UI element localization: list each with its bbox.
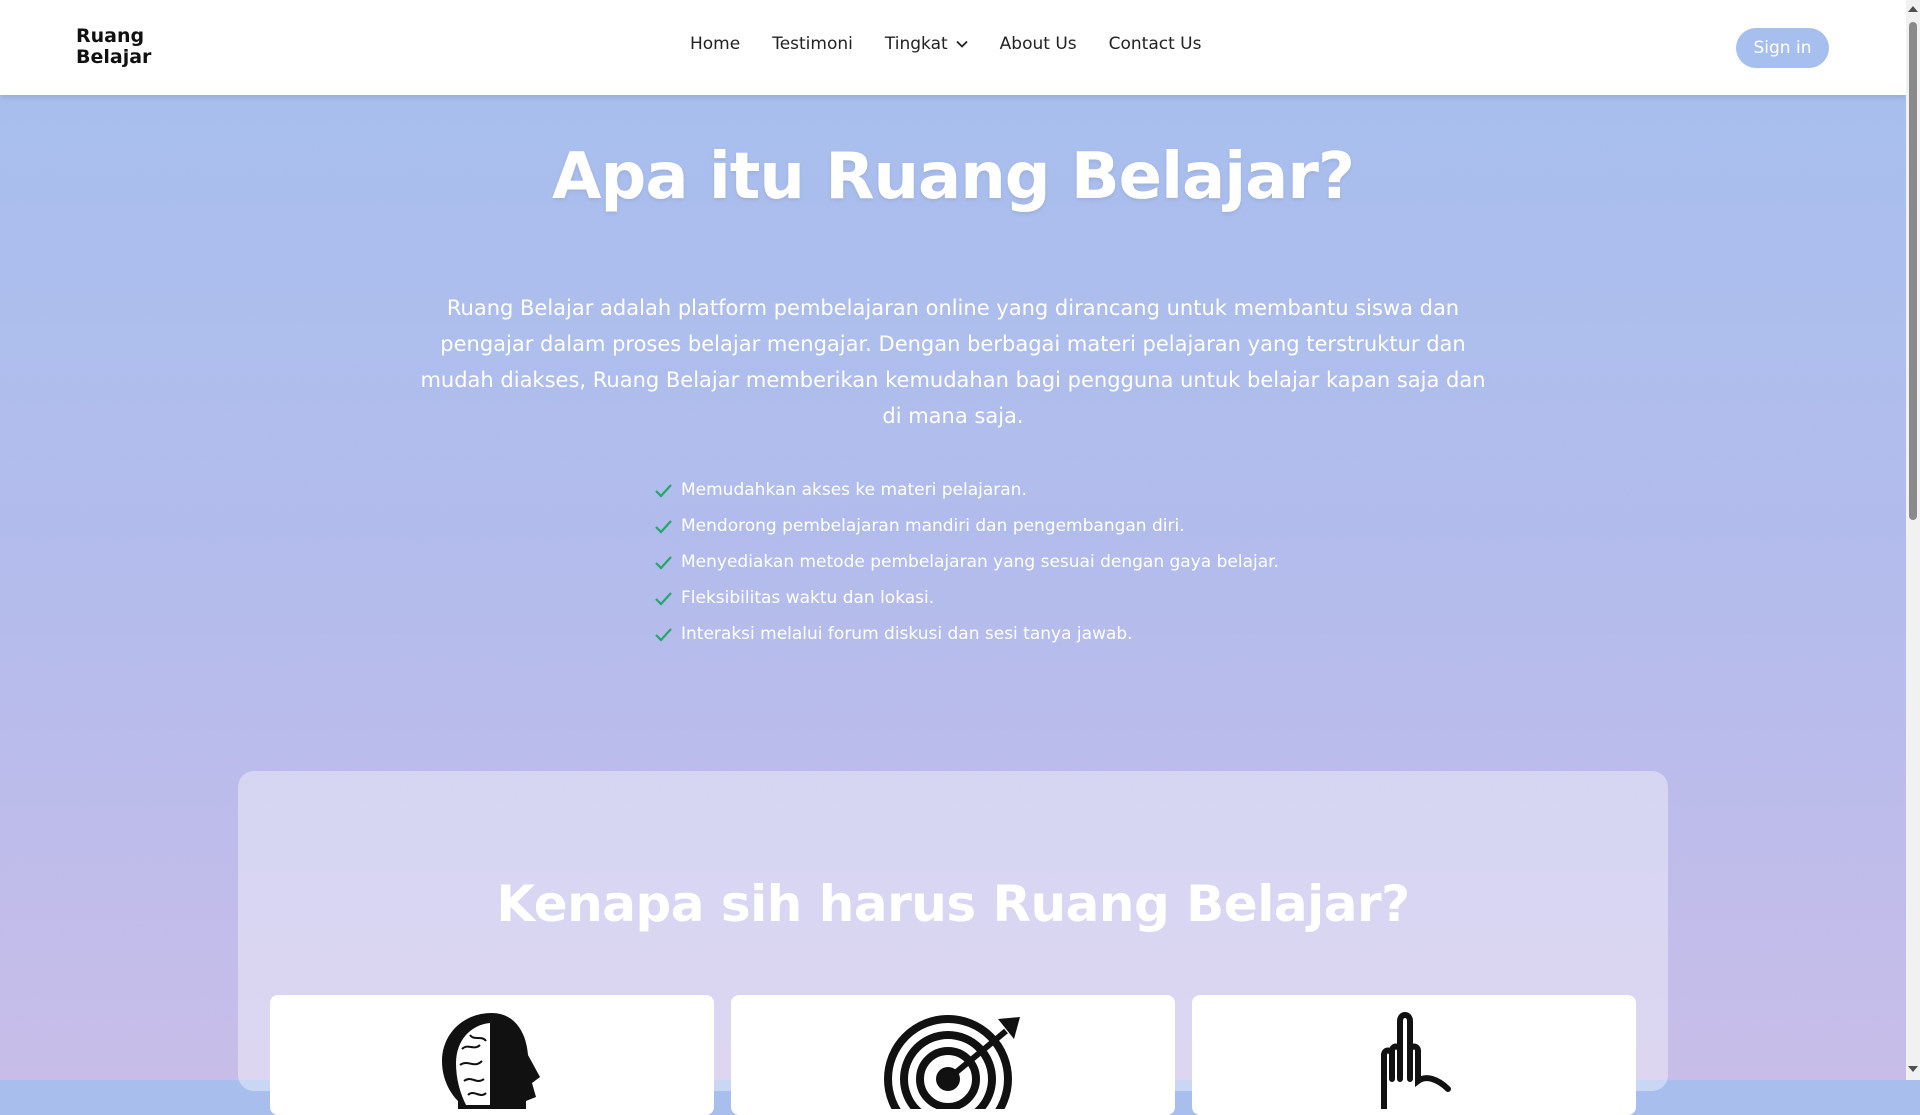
benefit-text: Menyediakan metode pembelajaran yang ses… [681,552,1279,572]
scrollbar-thumb[interactable] [1909,22,1917,520]
nav-testimoni[interactable]: Testimoni [772,34,853,54]
feature-card [1192,995,1636,1115]
benefit-item: Interaksi melalui forum diskusi dan sesi… [654,616,1279,652]
nav-testimoni-label: Testimoni [772,34,853,54]
nav-home-label: Home [690,34,741,54]
vertical-scrollbar[interactable] [1906,0,1920,1080]
main-nav: Home Testimoni Tingkat About Us Contact … [690,34,1233,54]
scroll-down-arrow-icon[interactable] [1908,1066,1918,1072]
top-navbar: Ruang Belajar Home Testimoni Tingkat Abo… [0,0,1906,95]
benefit-text: Mendorong pembelajaran mandiri dan penge… [681,516,1185,536]
benefit-item: Fleksibilitas waktu dan lokasi. [654,580,1279,616]
check-icon [655,483,672,498]
benefit-text: Interaksi melalui forum diskusi dan sesi… [681,624,1133,644]
nav-contact-us-label: Contact Us [1108,34,1202,54]
brand-logo[interactable]: Ruang Belajar [76,25,152,68]
feature-card [731,995,1175,1115]
check-icon [655,519,672,534]
benefit-item: Menyediakan metode pembelajaran yang ses… [654,544,1279,580]
hand-gesture-icon [1381,1012,1451,1109]
feature-card [270,995,714,1115]
scroll-up-arrow-icon[interactable] [1908,6,1918,12]
hero-title: Apa itu Ruang Belajar? [552,140,1355,214]
signin-button[interactable]: Sign in [1736,28,1829,68]
nav-about-us-label: About Us [999,34,1077,54]
brand-logo-line2: Belajar [76,46,152,68]
benefit-text: Fleksibilitas waktu dan lokasi. [681,588,935,608]
hero-description: Ruang Belajar adalah platform pembelajar… [420,296,1486,428]
check-icon [655,591,672,606]
check-icon [655,555,672,570]
check-icon [655,627,672,642]
why-section-title: Kenapa sih harus Ruang Belajar? [496,875,1410,933]
benefit-item: Memudahkan akses ke materi pelajaran. [654,472,1279,508]
nav-about-us[interactable]: About Us [1000,34,1077,54]
brand-logo-line1: Ruang [76,25,145,47]
benefit-text: Memudahkan akses ke materi pelajaran. [681,480,1027,500]
nav-contact-us[interactable]: Contact Us [1109,34,1202,54]
nav-tingkat-label: Tingkat [884,34,948,54]
nav-home[interactable]: Home [690,34,740,54]
benefit-item: Mendorong pembelajaran mandiri dan penge… [654,508,1279,544]
nav-tingkat-dropdown[interactable]: Tingkat [885,34,968,54]
target-arrow-icon [884,1015,1020,1109]
chevron-down-icon [956,40,968,48]
why-section-panel: Kenapa sih harus Ruang Belajar? [238,771,1668,1115]
brain-head-icon [442,1013,540,1109]
benefits-list: Memudahkan akses ke materi pelajaran. Me… [654,472,1279,652]
